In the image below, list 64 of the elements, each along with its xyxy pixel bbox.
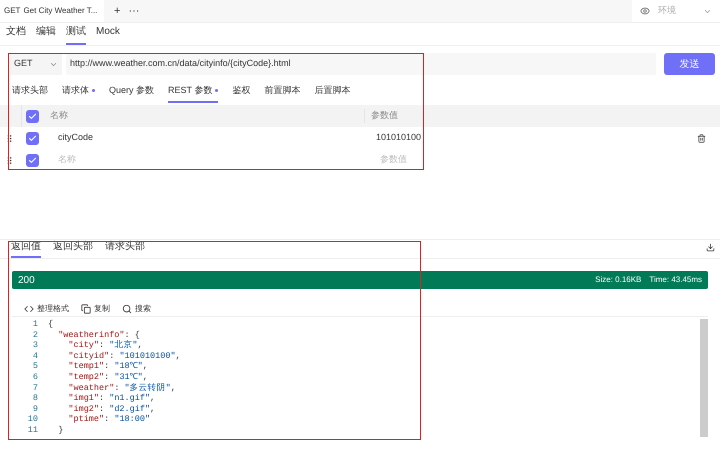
table-cell-text: cityCode [58, 131, 94, 144]
code-icon [24, 304, 34, 314]
toolbar-button[interactable]: 复制 [81, 302, 110, 314]
status-code: 200 [18, 274, 36, 288]
tab-action-button[interactable]: ··· [128, 6, 140, 16]
check-icon [28, 156, 36, 164]
checkbox[interactable] [26, 154, 38, 166]
mode-tab[interactable]: 测试 [66, 24, 86, 45]
method-select[interactable]: GET [10, 53, 62, 75]
table-cell-text: 101010100 [376, 131, 422, 144]
line-number: 2 [32, 330, 38, 340]
line-number: 11 [26, 424, 38, 436]
code-line: { [48, 319, 54, 330]
code-line: "cityid": "101010100", [67, 350, 181, 362]
param-tab[interactable]: 前置脚本 [264, 84, 300, 103]
column-header: 名称 [50, 109, 69, 122]
code-line: "temp1": "18℃", [67, 361, 148, 372]
toolbar-button[interactable]: 整理格式 [24, 302, 69, 314]
line-number: 9 [32, 404, 38, 414]
download-icon[interactable] [706, 243, 715, 252]
copy-icon [81, 304, 91, 314]
code-line: } [57, 424, 64, 436]
checkbox[interactable] [26, 110, 38, 122]
scrollbar[interactable] [700, 319, 708, 437]
check-icon [28, 112, 36, 120]
tab-action-button[interactable]: + [114, 6, 120, 16]
method-label: GET [4, 5, 20, 17]
mode-tab[interactable]: Mock [96, 24, 120, 45]
mode-tab[interactable]: 编辑 [36, 24, 56, 45]
line-number: 8 [32, 393, 38, 404]
line-number: 3 [32, 340, 38, 351]
line-number: 5 [32, 361, 38, 372]
check-icon [28, 134, 36, 142]
code-line: "temp2": "31℃", [67, 372, 148, 383]
document-tab[interactable]: GET Get City Weather T... [0, 0, 104, 22]
search-icon [122, 304, 132, 314]
code-line: "city": "北京", [67, 340, 143, 351]
line-number: 7 [32, 382, 38, 394]
toolbar-button[interactable]: 搜索 [122, 302, 151, 314]
line-number: 6 [32, 372, 38, 383]
code-line: "img2": "d2.gif", [67, 404, 156, 414]
response-time: Time: 43.45ms [649, 274, 702, 286]
code-line: "weatherinfo": { [57, 330, 140, 340]
code-line: "ptime": "18:00" [67, 414, 150, 425]
mode-tab[interactable]: 文档 [6, 24, 26, 45]
eye-icon [640, 6, 650, 16]
param-tab[interactable]: 鉴权 [232, 84, 250, 103]
code-line: "img1": "n1.gif", [67, 393, 156, 404]
tab-title: Get City Weather T... [23, 5, 98, 17]
param-tab[interactable]: 请求体 [62, 84, 95, 103]
code-line: "weather": "多云转阴", [67, 382, 176, 394]
line-number: 10 [26, 414, 38, 425]
line-number: 4 [32, 350, 38, 362]
delete-icon[interactable] [697, 134, 706, 142]
param-tab[interactable]: Query 参数 [109, 84, 154, 103]
column-header: 参数值 [364, 109, 398, 123]
send-button[interactable]: 发送 [664, 53, 715, 75]
checkbox[interactable] [26, 132, 38, 144]
param-tab[interactable]: REST 参数 [168, 84, 218, 103]
url-field[interactable]: http://www.weather.com.cn/data/cityinfo/{cityCode}.html [66, 53, 656, 75]
param-tab[interactable]: 后置脚本 [314, 84, 350, 103]
line-number: 1 [32, 319, 38, 330]
response-size: Size: 0.16KB [595, 274, 642, 286]
param-tab[interactable]: 请求头部 [12, 84, 48, 103]
